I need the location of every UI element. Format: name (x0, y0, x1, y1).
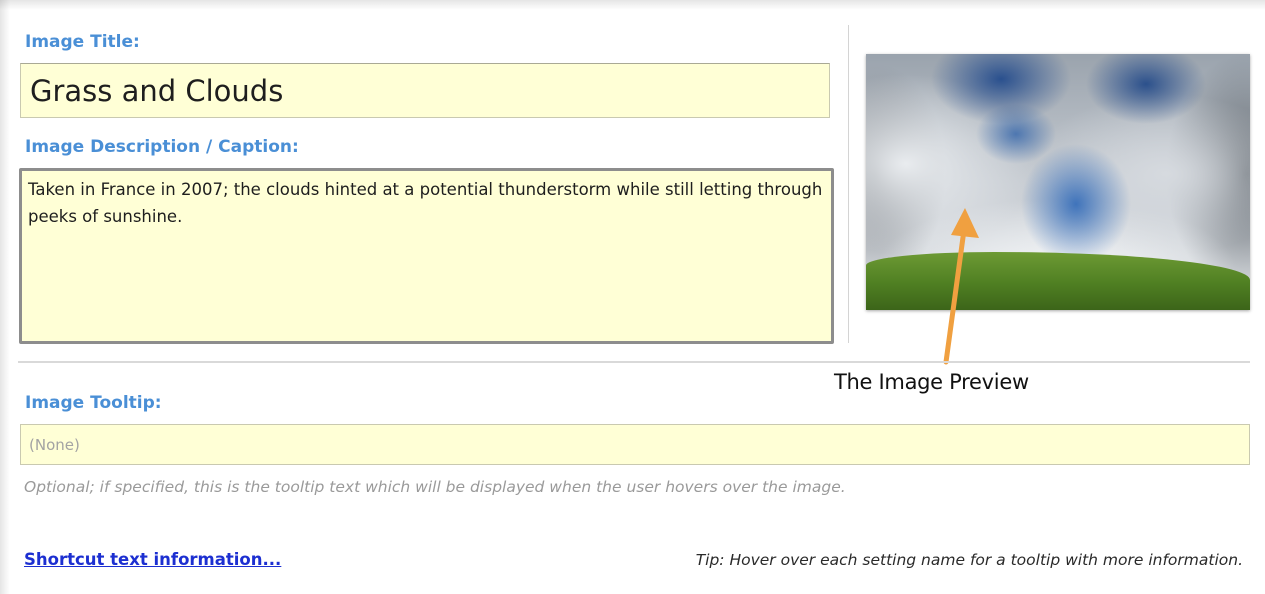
image-tooltip-label[interactable]: Image Tooltip: (25, 393, 162, 413)
image-preview (866, 54, 1250, 310)
image-tooltip-input[interactable] (20, 424, 1250, 465)
arrow-up-icon (943, 208, 979, 365)
tooltip-help-text: Optional; if specified, this is the tool… (24, 478, 846, 496)
image-description-textarea[interactable]: Taken in France in 2007; the clouds hint… (19, 168, 834, 344)
vertical-divider (848, 25, 849, 343)
image-description-label[interactable]: Image Description / Caption: (25, 137, 299, 157)
shortcut-text-information-link[interactable]: Shortcut text information... (24, 550, 281, 569)
hover-tip-text: Tip: Hover over each setting name for a … (695, 551, 1243, 569)
horizontal-divider (18, 361, 1250, 363)
image-title-label[interactable]: Image Title: (25, 32, 140, 52)
image-preview-annotation: The Image Preview (834, 370, 1029, 394)
image-title-input[interactable] (20, 63, 830, 118)
image-settings-panel: Image Title: Image Description / Caption… (0, 0, 1265, 594)
